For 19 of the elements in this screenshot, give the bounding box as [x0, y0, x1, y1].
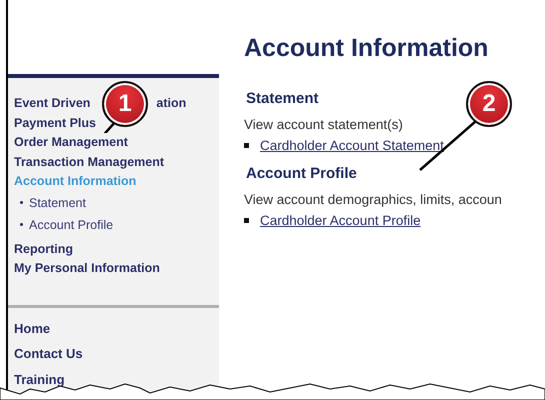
section-heading: Account Profile: [246, 165, 357, 182]
nav-sub-link[interactable]: Statement: [29, 196, 86, 210]
footer-link[interactable]: Contact Us: [14, 341, 219, 366]
section-description: View account statement(s): [244, 117, 404, 132]
bullet-icon: [244, 218, 249, 223]
section-heading: Statement: [246, 90, 319, 107]
callout-badge: 2: [466, 81, 512, 127]
section-link[interactable]: Cardholder Account Statement: [260, 138, 444, 153]
bullet-icon: [244, 143, 249, 148]
footer-link[interactable]: Training: [14, 366, 219, 392]
bullet-icon: [20, 223, 23, 226]
footer-link[interactable]: Home: [14, 316, 219, 341]
nav-link[interactable]: Order Management: [14, 133, 128, 152]
section-link[interactable]: Cardholder Account Profile: [260, 213, 421, 228]
bullet-icon: [20, 201, 23, 204]
nav-sub-link[interactable]: Account Profile: [29, 218, 114, 232]
page-title: Account Information: [244, 34, 490, 63]
section-description: View account demographics, limits, accoun: [244, 192, 503, 207]
nav-link[interactable]: Transaction Management: [14, 152, 164, 172]
